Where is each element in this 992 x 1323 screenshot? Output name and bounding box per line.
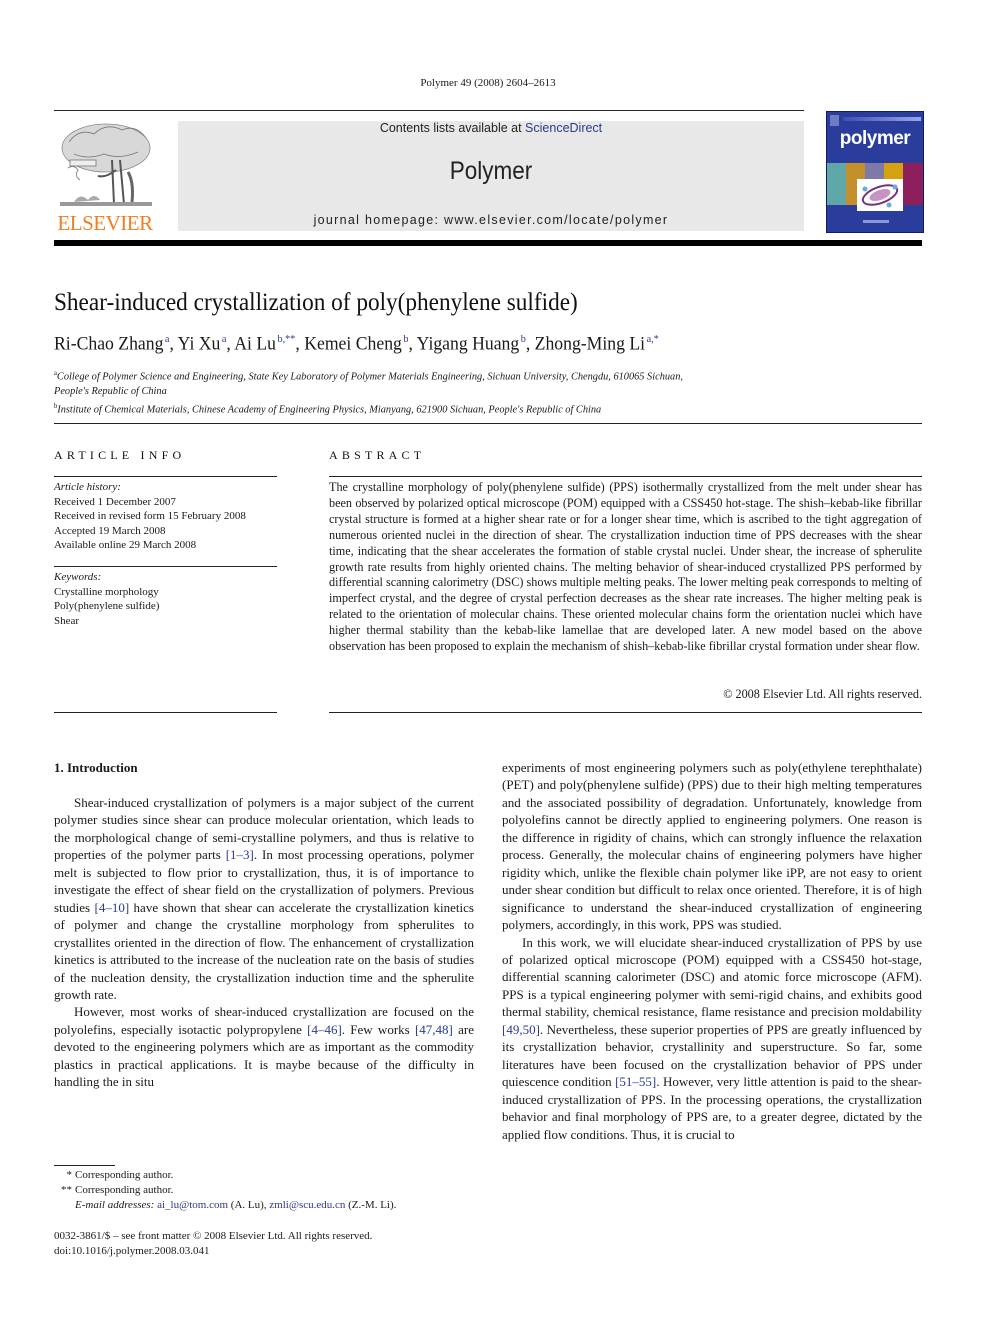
footnote-rule: [54, 1165, 115, 1166]
body-text: . Few works: [341, 1021, 415, 1037]
article-info-heading: ARTICLE INFO: [54, 448, 186, 462]
email-link[interactable]: zmli@scu.edu.cn: [269, 1199, 345, 1211]
doi-line[interactable]: doi:10.1016/j.polymer.2008.03.041: [54, 1244, 372, 1259]
author-name[interactable]: Zhong-Ming Li: [535, 333, 645, 354]
cover-publisher-mark-icon: [830, 115, 839, 126]
footnotes: * Corresponding author. ** Corresponding a…: [54, 1168, 396, 1213]
history-label: Article history:: [54, 481, 121, 493]
author-name[interactable]: Ri-Chao Zhang: [54, 333, 163, 354]
citation-link[interactable]: [1–3]: [226, 847, 254, 862]
body-paragraph: However, most works of shear-induced cry…: [54, 1003, 474, 1090]
author-separator: ,: [226, 333, 235, 355]
author-name[interactable]: Yigang Huang: [417, 333, 520, 354]
author-affiliation-mark[interactable]: b,**: [277, 333, 295, 345]
body-text: experiments of most engineering polymers…: [502, 760, 922, 933]
abstract-bottom-rule: [329, 712, 922, 713]
journal-banner: Contents lists available at ScienceDirec…: [178, 121, 804, 231]
footnote-text: Corresponding author.: [75, 1169, 174, 1181]
cover-top-bar: [843, 117, 921, 121]
affiliation-rule: [54, 423, 922, 424]
history-online: Available online 29 March 2008: [54, 539, 197, 551]
footnote-corresponding-1: * Corresponding author.: [54, 1168, 396, 1183]
citation-link[interactable]: [49,50]: [502, 1022, 540, 1037]
cover-footer-text: [863, 220, 889, 223]
cover-molecule-icon: [861, 184, 899, 208]
journal-name: Polymer: [449, 157, 533, 185]
body-column-left: Shear-induced crystallization of polymer…: [54, 794, 474, 1091]
cover-inset-figure: [857, 179, 903, 211]
email-owner: (A. Lu),: [228, 1199, 270, 1211]
author-name[interactable]: Yi Xu: [178, 333, 221, 354]
keyword: Crystalline morphology: [54, 585, 159, 598]
journal-homepage-link[interactable]: journal homepage: www.elsevier.com/locat…: [178, 213, 804, 227]
article-history: Article history: Received 1 December 200…: [54, 480, 246, 553]
email-owner: (Z.-M. Li).: [345, 1199, 397, 1211]
article-info-rule: [54, 476, 277, 477]
author-separator: ,: [408, 333, 417, 355]
journal-citation: Polymer 49 (2008) 2604–2613: [420, 77, 556, 89]
body-text: In this work, we will elucidate shear-in…: [502, 934, 922, 1020]
journal-cover-image[interactable]: polymer: [826, 111, 924, 233]
header-rule-bottom: [54, 240, 922, 246]
keyword: Shear: [54, 614, 80, 627]
author-name[interactable]: Ai Lu: [234, 333, 276, 354]
abstract-copyright: © 2008 Elsevier Ltd. All rights reserved…: [723, 687, 922, 701]
abstract-heading: ABSTRACT: [329, 448, 426, 462]
author-separator: ,: [169, 333, 178, 355]
affiliation-a: aCollege of Polymer Science and Engineer…: [54, 366, 712, 399]
abstract-text: The crystalline morphology of poly(pheny…: [329, 480, 922, 654]
author-name[interactable]: Kemei Cheng: [304, 333, 402, 354]
paper-title: Shear-induced crystallization of poly(ph…: [54, 289, 578, 316]
footnote-emails: E-mail addresses: ai_lu@tom.com (A. Lu),…: [54, 1198, 396, 1213]
author-separator: ,: [295, 333, 305, 355]
body-paragraph: In this work, we will elucidate shear-in…: [502, 934, 922, 1143]
article-info-bottom-rule: [54, 712, 277, 713]
footnote-text: Corresponding author.: [75, 1184, 174, 1196]
section-heading-introduction: 1. Introduction: [54, 760, 138, 775]
author-list: Ri-Chao Zhang a, Yi Xu a, Ai Lu b,**, Ke…: [54, 333, 659, 355]
keywords: Keywords: Crystalline morphology Poly(ph…: [54, 570, 159, 628]
body-text: have shown that shear can accelerate the…: [54, 899, 474, 1002]
footnote-corresponding-2: ** Corresponding author.: [54, 1183, 396, 1198]
cover-title: polymer: [839, 128, 911, 149]
contents-prefix: Contents lists available at: [379, 121, 526, 135]
contents-line: Contents lists available at ScienceDirec…: [178, 121, 804, 135]
history-received: Received 1 December 2007: [54, 495, 176, 508]
email-link[interactable]: ai_lu@tom.com: [157, 1199, 228, 1211]
elsevier-wordmark: ELSEVIER: [57, 211, 153, 235]
affiliation-text: Institute of Chemical Materials, Chinese…: [57, 403, 602, 416]
footnote-mark: *: [66, 1169, 73, 1181]
citation-link[interactable]: [47,48]: [415, 1022, 453, 1037]
history-revised: Received in revised form 15 February 200…: [54, 510, 246, 522]
header-rule-top: [54, 110, 804, 111]
affiliation-b: bInstitute of Chemical Materials, Chines…: [54, 399, 712, 417]
keywords-rule: [54, 566, 277, 567]
issn-line: 0032-3861/$ – see front matter © 2008 El…: [54, 1230, 373, 1242]
front-matter: 0032-3861/$ – see front matter © 2008 El…: [54, 1229, 372, 1258]
body-column-right: experiments of most engineering polymers…: [502, 759, 922, 1143]
body-paragraph: experiments of most engineering polymers…: [502, 759, 922, 934]
citation-link[interactable]: [4–46]: [307, 1022, 342, 1037]
citation-link[interactable]: [51–55]: [615, 1074, 656, 1089]
elsevier-tree-icon: [60, 123, 152, 206]
body-paragraph: Shear-induced crystallization of polymer…: [54, 794, 474, 1003]
history-accepted: Accepted 19 March 2008: [54, 524, 166, 537]
keyword: Poly(phenylene sulfide): [54, 600, 160, 612]
cover-strip-magenta: [903, 163, 923, 205]
affiliations: aCollege of Polymer Science and Engineer…: [54, 366, 712, 417]
abstract-rule: [329, 476, 922, 477]
elsevier-logo[interactable]: ELSEVIER: [54, 120, 156, 235]
cover-strip-teal: [827, 163, 846, 205]
email-label: E-mail addresses:: [75, 1199, 158, 1211]
author-separator: ,: [525, 333, 535, 355]
keywords-label: Keywords:: [54, 571, 102, 583]
footnote-mark: **: [61, 1184, 72, 1196]
author-affiliation-mark[interactable]: a,*: [647, 333, 659, 345]
sciencedirect-link[interactable]: ScienceDirect: [525, 121, 602, 135]
affiliation-text: College of Polymer Science and Engineeri…: [54, 370, 683, 398]
citation-link[interactable]: [4–10]: [95, 900, 130, 915]
